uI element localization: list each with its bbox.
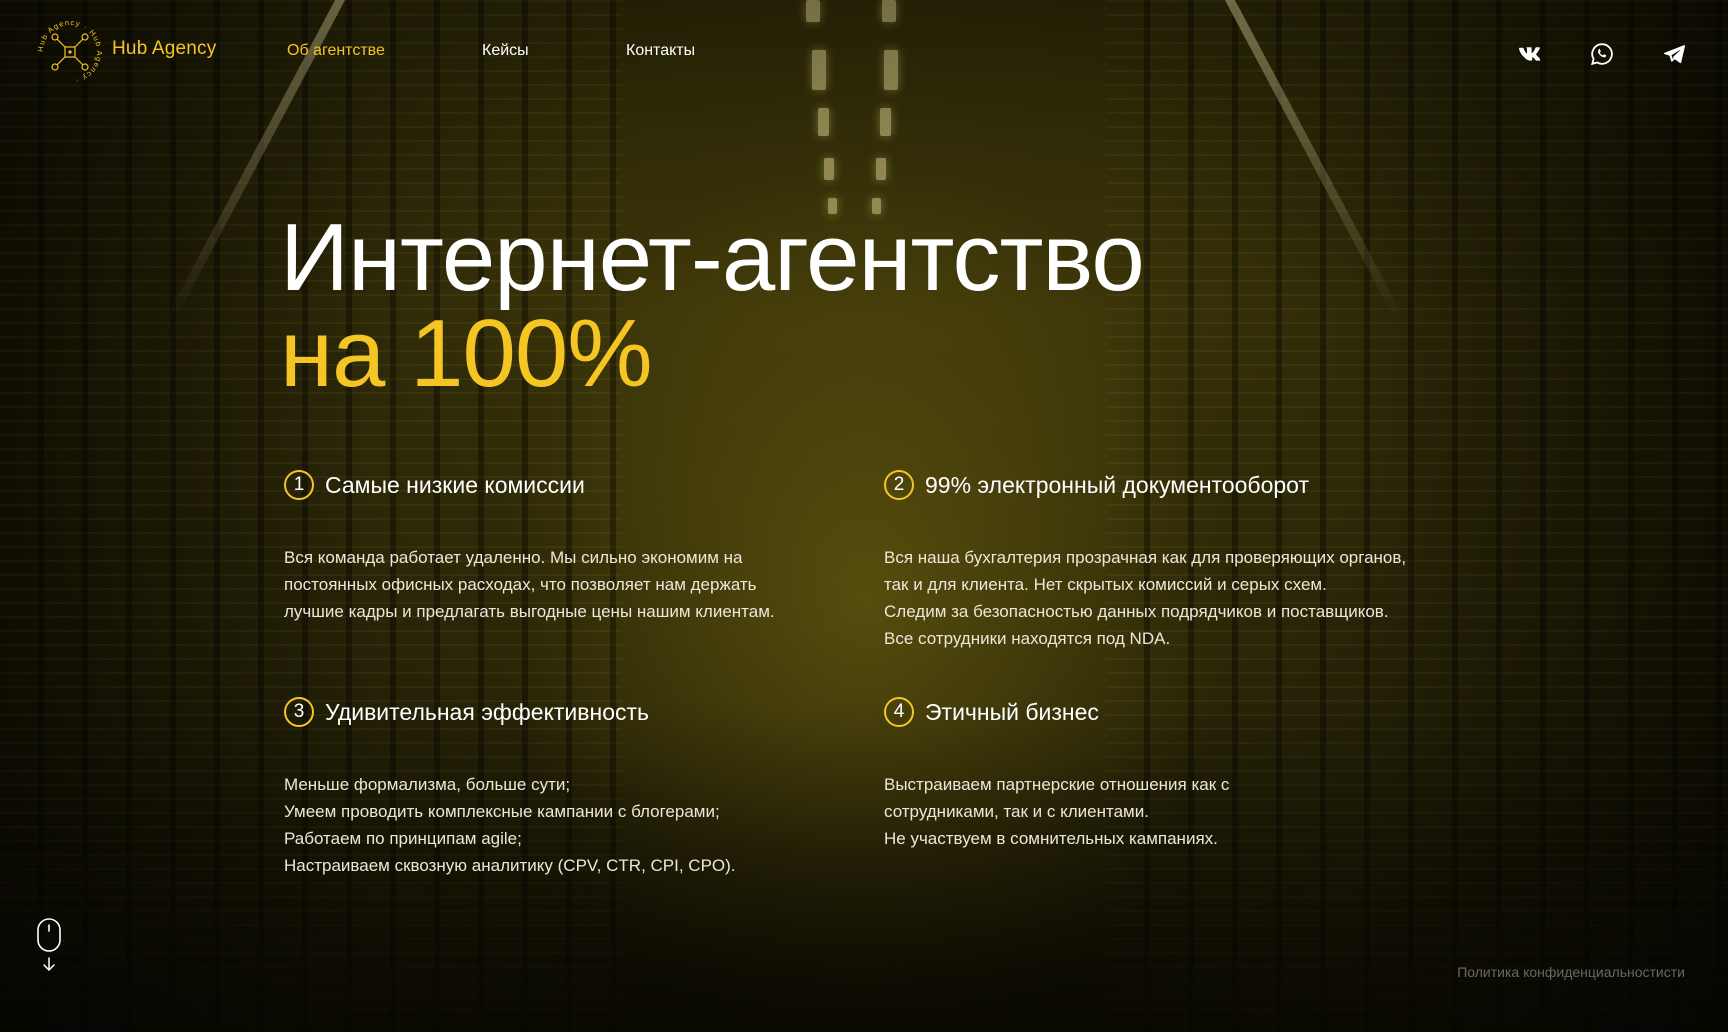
feature-text-line: Вся наша бухгалтерия прозрачная как для … bbox=[884, 548, 1407, 567]
social-links bbox=[1472, 40, 1688, 68]
main-nav: Об агентстве Кейсы Контакты bbox=[287, 42, 695, 60]
feature-card: 2 99% электронный документооборот Вся на… bbox=[884, 466, 1464, 652]
feature-card: 1 Самые низкие комиссии Вся команда рабо… bbox=[284, 466, 864, 625]
feature-text-line: Не участвуем в сомнительных кампаниях. bbox=[884, 829, 1218, 848]
feature-text-line: сотрудниками, так и с клиентами. bbox=[884, 802, 1149, 821]
feature-description: Вся команда работает удаленно. Мы сильно… bbox=[284, 544, 864, 625]
feature-description: Вся наша бухгалтерия прозрачная как для … bbox=[884, 544, 1464, 652]
hero-title: Интернет-агентство на 100% bbox=[280, 204, 1145, 407]
whatsapp-link[interactable] bbox=[1588, 40, 1616, 68]
feature-header: 1 Самые низкие комиссии bbox=[284, 466, 864, 504]
brand-logo-link[interactable]: Hub Agency · Hub Agency · Hub Agency bbox=[36, 18, 216, 86]
feature-text-line: постоянных офисных расходах, что позволя… bbox=[284, 575, 757, 594]
feature-card: 3 Удивительная эффективность Меньше форм… bbox=[284, 693, 864, 879]
feature-number: 4 bbox=[884, 697, 914, 727]
feature-text-line: Следим за безопасностью данных подрядчик… bbox=[884, 602, 1389, 621]
feature-text-line: Вся команда работает удаленно. Мы сильно… bbox=[284, 548, 743, 567]
hero-title-line-1: Интернет-агентство bbox=[280, 204, 1145, 311]
feature-card: 4 Этичный бизнес Выстраиваем партнерские… bbox=[884, 693, 1464, 852]
feature-description: Выстраиваем партнерские отношения как с … bbox=[884, 771, 1464, 852]
feature-header: 4 Этичный бизнес bbox=[884, 693, 1464, 731]
feature-number: 1 bbox=[284, 470, 314, 500]
hero-section: Интернет-агентство на 100% bbox=[280, 204, 1145, 407]
vk-link[interactable] bbox=[1516, 40, 1544, 68]
feature-header: 3 Удивительная эффективность bbox=[284, 693, 864, 731]
nav-item-cases[interactable]: Кейсы bbox=[482, 42, 626, 60]
whatsapp-icon bbox=[1591, 43, 1613, 66]
feature-title: Этичный бизнес bbox=[925, 698, 1099, 725]
feature-description: Меньше формализма, больше сути; Умеем пр… bbox=[284, 771, 864, 879]
feature-title: 99% электронный документооборот bbox=[925, 471, 1309, 498]
telegram-icon bbox=[1663, 45, 1685, 64]
vk-icon bbox=[1519, 47, 1541, 61]
telegram-link[interactable] bbox=[1660, 40, 1688, 68]
feature-text-line: так и для клиента. Нет скрытых комиссий … bbox=[884, 575, 1327, 594]
background-image bbox=[0, 0, 1728, 1032]
feature-text-line: Все сотрудники находятся под NDA. bbox=[884, 629, 1171, 648]
feature-title: Удивительная эффективность bbox=[325, 698, 649, 725]
feature-text-line: лучшие кадры и предлагать выгодные цены … bbox=[284, 602, 775, 621]
hub-agency-logo-icon: Hub Agency · Hub Agency · bbox=[36, 18, 103, 86]
mouse-scroll-icon bbox=[37, 918, 61, 971]
feature-text-line: Выстраиваем партнерские отношения как с bbox=[884, 775, 1230, 794]
feature-header: 2 99% электронный документооборот bbox=[884, 466, 1464, 504]
feature-text-line: Меньше формализма, больше сути; bbox=[284, 775, 571, 794]
site-header: Hub Agency · Hub Agency · Hub Agency Об … bbox=[0, 0, 1728, 110]
feature-text-line: Настраиваем сквозную аналитику (CPV, CTR… bbox=[284, 856, 736, 875]
scroll-down-button[interactable] bbox=[37, 918, 61, 974]
feature-title: Самые низкие комиссии bbox=[325, 471, 585, 498]
feature-text-line: Умеем проводить комплексные кампании с б… bbox=[284, 802, 720, 821]
privacy-policy-link[interactable]: Политика конфиденциальностисти bbox=[1457, 964, 1685, 980]
vignette-overlay bbox=[0, 0, 1728, 1032]
nav-item-contacts[interactable]: Контакты bbox=[626, 42, 695, 60]
hero-title-line-2: на 100% bbox=[280, 300, 653, 407]
feature-number: 3 bbox=[284, 697, 314, 727]
nav-item-about[interactable]: Об агентстве bbox=[287, 42, 482, 60]
feature-text-line: Работаем по принципам agile; bbox=[284, 829, 522, 848]
feature-number: 2 bbox=[884, 470, 914, 500]
brand-name: Hub Agency bbox=[112, 38, 217, 59]
